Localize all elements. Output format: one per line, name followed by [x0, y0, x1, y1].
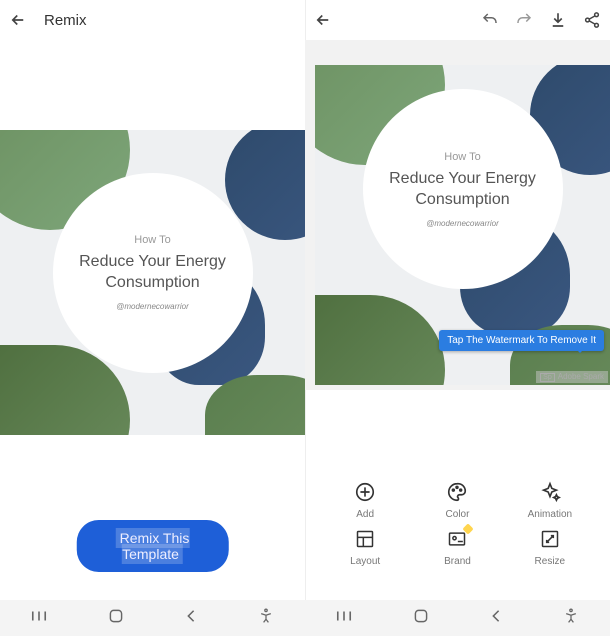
- template-handle: @modernecowarrior: [116, 302, 189, 311]
- back-button[interactable]: [490, 609, 502, 627]
- android-navbar: [0, 600, 305, 636]
- page-title: Remix: [44, 12, 87, 29]
- layout-icon: [354, 528, 376, 550]
- sparkle-icon: [539, 481, 561, 503]
- editor-toolbar: Add Color Animation Layout Brand: [305, 451, 610, 596]
- android-navbar: [305, 600, 610, 636]
- template-preview: How To Reduce Your Energy Consumption @m…: [0, 130, 305, 435]
- template-eyebrow: How To: [444, 151, 480, 163]
- color-tool[interactable]: Color: [415, 481, 499, 520]
- palette-icon: [446, 481, 468, 503]
- template-handle: @modernecowarrior: [426, 219, 499, 228]
- home-button[interactable]: [108, 608, 124, 628]
- resize-icon: [539, 528, 561, 550]
- add-icon: [354, 481, 376, 503]
- brand-tool[interactable]: Brand: [415, 528, 499, 567]
- share-icon[interactable]: [582, 10, 602, 30]
- back-icon[interactable]: [313, 10, 333, 30]
- animation-tool[interactable]: Animation: [508, 481, 592, 520]
- editor-canvas[interactable]: How To Reduce Your Energy Consumption @m…: [305, 40, 610, 390]
- undo-icon[interactable]: [480, 10, 500, 30]
- watermark-tooltip[interactable]: Tap The Watermark To Remove It: [439, 330, 604, 351]
- template-title: Reduce Your Energy Consumption: [73, 252, 233, 294]
- template-eyebrow: How To: [134, 234, 170, 246]
- template-title: Reduce Your Energy Consumption: [383, 169, 543, 211]
- layout-tool[interactable]: Layout: [323, 528, 407, 567]
- recents-button[interactable]: [336, 609, 352, 627]
- brand-icon: [446, 528, 468, 550]
- back-button[interactable]: [185, 609, 197, 627]
- download-icon[interactable]: [548, 10, 568, 30]
- recents-button[interactable]: [31, 609, 47, 627]
- watermark-label[interactable]: SpAdobe Spark: [536, 371, 608, 383]
- redo-icon[interactable]: [514, 10, 534, 30]
- accessibility-button[interactable]: [258, 608, 274, 628]
- add-tool[interactable]: Add: [323, 481, 407, 520]
- remix-template-button[interactable]: Remix This Template: [76, 520, 229, 572]
- resize-tool[interactable]: Resize: [508, 528, 592, 567]
- home-button[interactable]: [413, 608, 429, 628]
- shape-decoration: [315, 295, 445, 385]
- accessibility-button[interactable]: [563, 608, 579, 628]
- back-icon[interactable]: [8, 10, 28, 30]
